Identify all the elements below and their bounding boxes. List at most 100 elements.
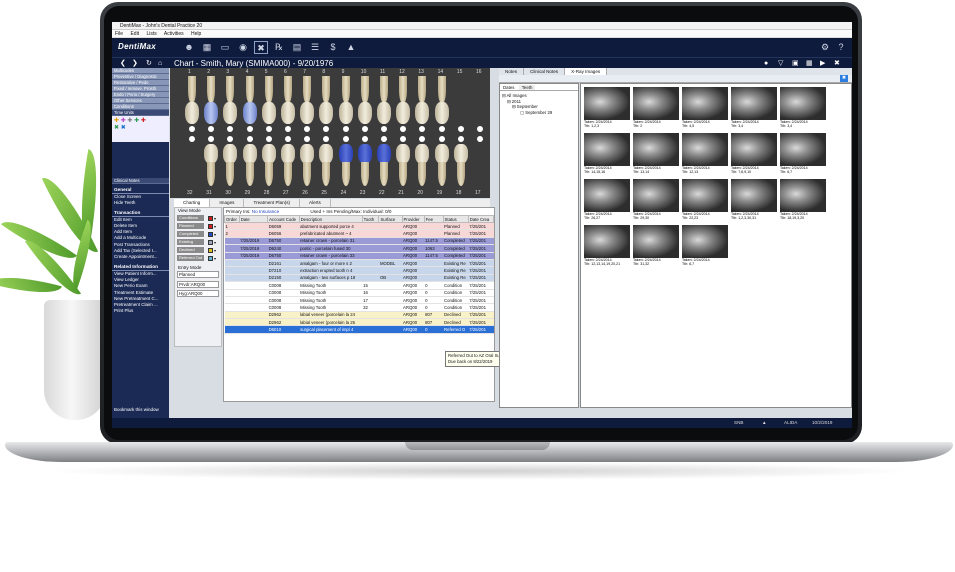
tooth-upper[interactable]: [261, 102, 276, 124]
print-plus-link[interactable]: Print Plus: [112, 308, 169, 314]
tooth-marker-upper[interactable]: [381, 126, 387, 132]
tooth-lower[interactable]: [281, 144, 295, 164]
bookmark-link[interactable]: Bookmark this window: [112, 407, 159, 413]
column-header[interactable]: Description: [298, 215, 363, 223]
chevron-down-icon[interactable]: ▾: [214, 224, 216, 229]
xray-thumbnail[interactable]: Taken: 2/24/2014 Tth: 12,13: [682, 133, 728, 175]
tooth-upper[interactable]: [242, 102, 257, 124]
chevron-down-icon[interactable]: ▾: [214, 216, 216, 221]
tooth-number-upper[interactable]: 2: [207, 69, 210, 75]
tooth-root-upper[interactable]: [188, 76, 196, 104]
xray-thumbnail[interactable]: Taken: 2/24/2014 Tth: 1,2,3,30,31: [731, 179, 777, 221]
table-row[interactable]: D2962 labial veneer (porcelain la 25 ARQ00…: [224, 318, 494, 327]
tooth-root-lower[interactable]: [245, 162, 254, 186]
xray-image[interactable]: [633, 87, 679, 120]
view-mode-color-swatch[interactable]: [208, 223, 213, 229]
tooth-upper[interactable]: [357, 102, 372, 124]
tooth-number-lower[interactable]: 22: [379, 190, 385, 196]
tooth-root-upper[interactable]: [303, 76, 312, 104]
tooth-number-lower[interactable]: 32: [187, 190, 193, 196]
tooth-number-upper[interactable]: 4: [246, 69, 249, 75]
xray-image[interactable]: [682, 133, 728, 166]
tooth-root-lower[interactable]: [226, 162, 235, 186]
xray-thumbnail[interactable]: Taken: 2/24/2014 Tth: 3,4: [780, 87, 826, 129]
tooth-root-upper[interactable]: [264, 76, 273, 104]
tooth-lower[interactable]: [242, 144, 257, 164]
xray-image[interactable]: [584, 225, 630, 258]
table-row[interactable]: 2 D6056 prefabricated abutment ~ 4 ARQ00 Pla…: [224, 229, 494, 238]
table-row[interactable]: D2150 amalgam - two surfaces p 18 OB ARQ00 E…: [224, 274, 494, 283]
tab-clinical-notes[interactable]: Clinical Notes: [524, 68, 566, 75]
tooth-root-lower[interactable]: [264, 162, 273, 186]
tooth-number-lower[interactable]: 31: [206, 190, 212, 196]
tooth-root-upper[interactable]: [226, 76, 235, 104]
column-header[interactable]: Status: [442, 215, 469, 223]
table-row[interactable]: D2161 amalgam - four or more s 2 MODBL ARQ0…: [224, 259, 494, 268]
tooth-marker-upper[interactable]: [342, 126, 349, 132]
tooth-upper[interactable]: [415, 102, 430, 124]
xray-thumbnail[interactable]: Taken: 2/24/2014 Tth: 7,8,9,10: [731, 133, 777, 175]
tooth-upper[interactable]: [396, 102, 411, 124]
xray-image[interactable]: [682, 87, 728, 120]
view-mode-planned[interactable]: Planned: [177, 223, 204, 229]
tooth-marker-upper[interactable]: [227, 126, 234, 132]
xray-thumbnail[interactable]: Taken: 2/24/2014 Tth: 2: [633, 87, 679, 129]
tooth-number-lower[interactable]: 17: [475, 190, 481, 196]
tooth-root-lower[interactable]: [284, 162, 292, 186]
chevron-down-icon[interactable]: ▾: [214, 232, 216, 237]
xray-image[interactable]: [780, 179, 826, 212]
help-icon[interactable]: ?: [834, 41, 848, 54]
tooth-marker-lower[interactable]: [189, 136, 195, 142]
xray-thumbnail[interactable]: Taken: 2/24/2014 Tth: 1,2,3: [584, 87, 630, 129]
tooth-lower[interactable]: [223, 144, 238, 164]
tab-charting[interactable]: Charting: [174, 199, 211, 207]
tooth-marker-upper[interactable]: [457, 126, 464, 132]
menu-help[interactable]: Help: [191, 31, 201, 37]
menu-activities[interactable]: Activities: [164, 31, 184, 37]
tooth-lower[interactable]: [338, 144, 353, 164]
chevron-down-icon[interactable]: ▾: [214, 248, 216, 253]
view-mode-color-swatch[interactable]: [208, 239, 213, 245]
tooth-number-lower[interactable]: 29: [245, 190, 251, 196]
xray-thumbnail[interactable]: Taken: 2/24/2014 Tth: 26,27: [584, 179, 630, 221]
tooth-number-upper[interactable]: 14: [438, 69, 444, 75]
tooth-root-lower[interactable]: [207, 162, 216, 186]
tooth-marker-upper[interactable]: [438, 126, 445, 132]
tooth-marker-upper[interactable]: [246, 126, 253, 132]
table-row[interactable]: D2962 labial veneer (porcelain la 24 ARQ00…: [224, 311, 494, 320]
tooth-marker-lower[interactable]: [361, 136, 368, 142]
tab-alerts[interactable]: Alerts: [300, 199, 331, 207]
xray-thumbnail[interactable]: Taken: 2/24/2014 Tth: 22,23: [682, 179, 728, 221]
tooth-upper[interactable]: [377, 102, 391, 124]
tooth-marker-lower[interactable]: [400, 136, 407, 142]
tooth-upper[interactable]: [319, 102, 334, 124]
tooth-marker-lower[interactable]: [342, 136, 349, 142]
tooth-root-upper[interactable]: [399, 76, 408, 104]
tooth-marker-lower[interactable]: [457, 136, 464, 142]
xray-image[interactable]: [633, 179, 679, 212]
tooth-root-lower[interactable]: [399, 162, 408, 186]
xray-thumbnail[interactable]: Taken: 2/24/2014 Tth: 29,30: [633, 179, 679, 221]
tooth-root-upper[interactable]: [380, 76, 388, 104]
tooth-number-lower[interactable]: 21: [398, 190, 404, 196]
tooth-root-lower[interactable]: [437, 162, 446, 186]
tooth-number-lower[interactable]: 27: [283, 190, 289, 196]
column-header[interactable]: Fee: [423, 215, 444, 223]
chevron-down-icon[interactable]: ▾: [214, 256, 216, 261]
view-mode-color-swatch[interactable]: [208, 231, 213, 237]
view-mode-existing[interactable]: Existing: [177, 239, 204, 245]
tooth-number-lower[interactable]: 19: [437, 190, 443, 196]
tooth-number-lower[interactable]: 28: [264, 190, 270, 196]
view-mode-color-swatch[interactable]: [208, 255, 213, 261]
tooth-marker-lower[interactable]: [227, 136, 234, 142]
tooth-number-lower[interactable]: 25: [321, 190, 327, 196]
tooth-marker-lower[interactable]: [477, 136, 483, 142]
tooth-root-lower[interactable]: [456, 162, 465, 186]
xray-image[interactable]: [780, 87, 826, 120]
plus-red-icon[interactable]: ✚: [141, 118, 146, 124]
tooth-marker-lower[interactable]: [265, 136, 272, 142]
tab-notes[interactable]: Notes: [499, 68, 525, 75]
column-header[interactable]: Surface: [378, 215, 403, 223]
tooth-upper[interactable]: [434, 102, 449, 124]
tooth-marker-lower[interactable]: [323, 136, 330, 142]
